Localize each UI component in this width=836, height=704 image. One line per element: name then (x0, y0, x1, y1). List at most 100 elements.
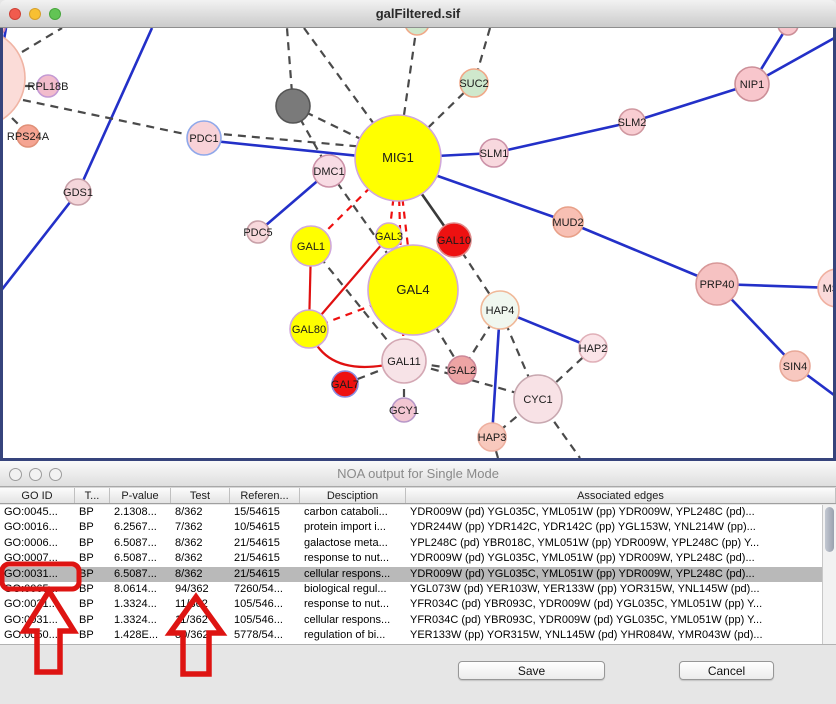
node-HAP3[interactable]: HAP3 (478, 423, 507, 451)
node-GAL7[interactable]: GAL7 (331, 371, 359, 397)
cell-referen-: 105/546... (230, 597, 300, 612)
node-RPL18B[interactable]: RPL18B (28, 75, 69, 97)
cell-associated-edges: YDR009W (pd) YGL035C, YML051W (pp) YDR00… (406, 551, 822, 566)
cell-p-value: 6.5087... (110, 567, 171, 582)
cell-desciption: response to nut... (300, 597, 406, 612)
node-label-SUC2: SUC2 (459, 78, 488, 90)
node-label-PDC5: PDC5 (243, 227, 272, 239)
table-row[interactable]: GO:0031...BP1.3324...11/362105/546...cel… (0, 613, 822, 628)
node-label-GAL10: GAL10 (437, 235, 471, 247)
node-label-SLM1: SLM1 (480, 148, 509, 160)
node-MSL5[interactable]: MSL5 (818, 269, 833, 307)
node-PRP40[interactable]: PRP40 (696, 263, 738, 305)
network-window-title: galFiltered.sif (0, 6, 836, 21)
node-NIP1[interactable]: NIP1 (735, 67, 769, 101)
node-SLM1[interactable]: SLM1 (480, 139, 509, 167)
edge-dashed (22, 28, 62, 52)
node-label-GAL80: GAL80 (292, 324, 326, 336)
cell-p-value: 6.2567... (110, 520, 171, 535)
table-row[interactable]: GO:0031...BP1.3324...11/362105/546...res… (0, 597, 822, 612)
node-SLM2[interactable]: SLM2 (618, 109, 647, 135)
node-CYC1[interactable]: CYC1 (514, 375, 562, 423)
node-label-GAL4: GAL4 (396, 282, 429, 297)
cell-referen-: 21/54615 (230, 536, 300, 551)
column-header-p-value[interactable]: P-value (110, 488, 171, 503)
cell-p-value: 1.428E... (110, 628, 171, 643)
node-pink-topright[interactable] (778, 28, 798, 35)
cell-go-id: GO:0016... (0, 520, 75, 535)
cell-desciption: protein import i... (300, 520, 406, 535)
node-label-GAL1: GAL1 (297, 241, 325, 253)
table-row[interactable]: GO:0050...BP1.428E...80/3625778/54...reg… (0, 628, 822, 643)
cell-associated-edges: YFR034C (pd) YBR093C, YDR009W (pd) YGL03… (406, 597, 822, 612)
node-GAL1[interactable]: GAL1 (291, 226, 331, 266)
node-gray-unlabeled[interactable] (276, 89, 310, 123)
node-MIG1[interactable]: MIG1 (355, 115, 441, 201)
column-header-t-[interactable]: T... (75, 488, 110, 503)
node-GCY1[interactable]: GCY1 (389, 398, 419, 422)
node-label-MSL5: MSL5 (823, 283, 833, 295)
column-header-test[interactable]: Test (171, 488, 230, 503)
edge-blue (78, 28, 152, 192)
table-row[interactable]: GO:0006...BP6.5087...8/36221/54615galact… (0, 536, 822, 551)
node-DMC1[interactable]: DMC1 (313, 155, 345, 187)
cell-desciption: carbon cataboli... (300, 505, 406, 520)
node-GAL4[interactable]: GAL4 (368, 245, 458, 335)
node-label-GAL7: GAL7 (331, 379, 359, 391)
cell-test: 80/362 (171, 628, 230, 643)
cancel-button[interactable]: Cancel (679, 661, 774, 680)
table-row[interactable]: GO:0065...BP8.0614...94/3627260/54...bio… (0, 582, 822, 597)
node-SIN4[interactable]: SIN4 (780, 351, 810, 381)
cell-referen-: 105/546... (230, 613, 300, 628)
node-GAL2[interactable]: GAL2 (448, 356, 476, 384)
node-GDS1[interactable]: GDS1 (63, 179, 93, 205)
table-row[interactable]: GO:0045...BP2.1308...8/36215/54615carbon… (0, 505, 822, 520)
noa-window-titlebar[interactable]: NOA output for Single Mode (0, 461, 836, 487)
noa-output-window: NOA output for Single Mode GO IDT...P-va… (0, 461, 836, 704)
save-button[interactable]: Save (458, 661, 605, 680)
node-RPS24A[interactable]: RPS24A (7, 125, 50, 147)
node-PDC1[interactable]: PDC1 (187, 121, 221, 155)
cell-t-: BP (75, 567, 110, 582)
cell-go-id: GO:0031... (0, 567, 75, 582)
edge-blue (494, 122, 632, 153)
node-label-NIP1: NIP1 (740, 79, 764, 91)
node-green-top[interactable] (405, 28, 429, 35)
column-header-go-id[interactable]: GO ID (0, 488, 75, 503)
network-graph: RPL18B RPS24A GDS1 PDC1 PDC5 DMC1 SUC2 MIG1 SLM1… (3, 28, 833, 458)
table-row[interactable]: GO:0031...BP6.5087...8/36221/54615cellul… (0, 567, 822, 582)
table-row[interactable]: GO:0016...BP6.2567...7/36210/54615protei… (0, 520, 822, 535)
table-row[interactable]: GO:0007...BP6.5087...8/36221/54615respon… (0, 551, 822, 566)
cell-t-: BP (75, 582, 110, 597)
node-MUD2[interactable]: MUD2 (552, 207, 583, 237)
cell-desciption: cellular respons... (300, 613, 406, 628)
cell-test: 11/362 (171, 597, 230, 612)
cell-go-id: GO:0007... (0, 551, 75, 566)
column-header-referen-[interactable]: Referen... (230, 488, 300, 503)
scrollbar-thumb[interactable] (825, 507, 834, 552)
node-GAL11[interactable]: GAL11 (382, 339, 426, 383)
button-bar: Save Cancel (0, 644, 836, 704)
node-label-MIG1: MIG1 (382, 150, 414, 165)
node-SUC2[interactable]: SUC2 (459, 69, 488, 97)
cell-p-value: 6.5087... (110, 536, 171, 551)
node-label-GAL11: GAL11 (387, 356, 420, 368)
vertical-scrollbar[interactable] (822, 505, 836, 644)
cell-go-id: GO:0050... (0, 628, 75, 643)
node-GAL3[interactable]: GAL3 (375, 223, 403, 249)
node-label-GDS1: GDS1 (63, 187, 93, 199)
node-label-CYC1: CYC1 (523, 394, 552, 406)
node-GAL80[interactable]: GAL80 (290, 310, 328, 348)
node-label-RPS24A: RPS24A (7, 131, 50, 143)
network-canvas[interactable]: RPL18B RPS24A GDS1 PDC1 PDC5 DMC1 SUC2 MIG1 SLM1… (0, 28, 836, 461)
node-label-PDC1: PDC1 (189, 133, 218, 145)
node-HAP2[interactable]: HAP2 (579, 334, 608, 362)
node-GAL10[interactable]: GAL10 (437, 223, 471, 257)
network-window-titlebar[interactable]: galFiltered.sif (0, 0, 836, 28)
column-header-associated-edges[interactable]: Associated edges (406, 488, 836, 503)
node-large-left[interactable] (3, 29, 25, 127)
cell-referen-: 7260/54... (230, 582, 300, 597)
node-HAP4[interactable]: HAP4 (481, 291, 519, 329)
column-header-desciption[interactable]: Desciption (300, 488, 406, 503)
cell-p-value: 8.0614... (110, 582, 171, 597)
